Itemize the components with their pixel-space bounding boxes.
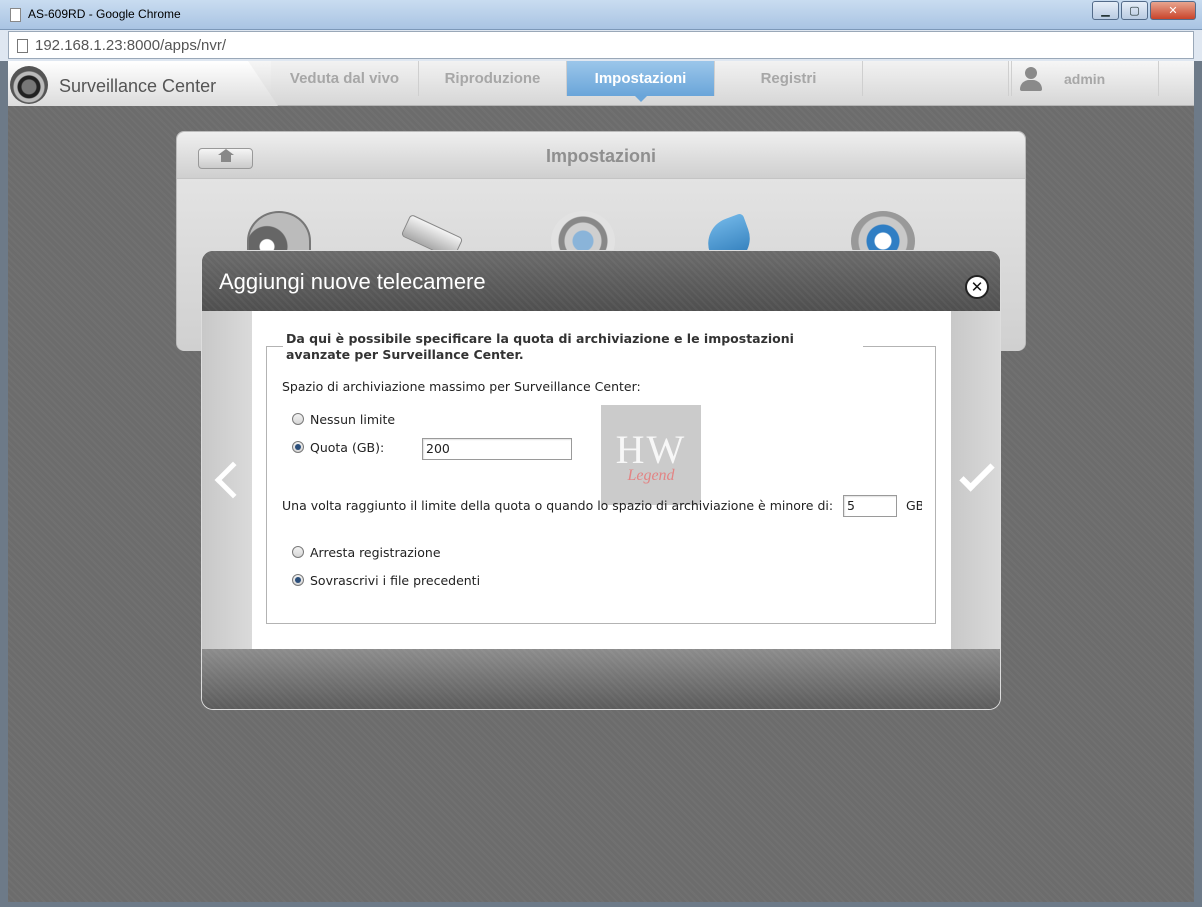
confirm-button[interactable] [951,311,1000,649]
main-nav: Veduta dal vivo Riproduzione Impostazion… [271,61,1009,102]
tab-spacer [863,61,1009,96]
threshold-unit: GB [906,498,922,513]
watermark-text: HW [615,426,687,472]
quota-input[interactable]: 200 [422,438,572,460]
no-limit-label[interactable]: Nessun limite [310,412,395,427]
overwrite-radio[interactable] [292,574,304,586]
overwrite-label[interactable]: Sovrascrivi i file precedenti [310,573,480,588]
user-name: admin [1064,70,1106,87]
storage-label: Spazio di archiviazione massimo per Surv… [282,379,641,394]
close-icon[interactable]: ✕ [965,275,989,299]
dialog-content: Da qui è possibile specificare la quota … [252,311,951,649]
window-controls: ▁ ▢ ✕ [1092,1,1196,20]
camera-logo-icon [10,66,48,104]
settings-header: Impostazioni [177,132,1025,179]
browser-toolbar: 192.168.1.23:8000/apps/nvr/ [0,30,1202,61]
quota-label[interactable]: Quota (GB): [310,440,384,455]
threshold-label: Una volta raggiunto il limite della quot… [282,498,834,513]
app-name: Surveillance Center [59,76,217,96]
address-bar[interactable]: 192.168.1.23:8000/apps/nvr/ [8,31,1194,59]
dialog-header: Aggiungi nuove telecamere ✕ [202,251,1000,311]
dialog-title: Aggiungi nuove telecamere [219,269,486,294]
user-icon [1020,66,1042,91]
page-icon [17,39,28,53]
watermark-subtext: Legend [627,466,675,484]
user-menu[interactable]: admin [1011,61,1159,96]
dialog-footer [202,649,1000,709]
close-window-button[interactable]: ✕ [1150,1,1196,20]
tab-live-view[interactable]: Veduta dal vivo [271,61,419,96]
group-description: Da qui è possibile specificare la quota … [283,331,863,363]
previous-step-button[interactable] [202,311,252,649]
url-text[interactable]: 192.168.1.23:8000/apps/nvr/ [35,37,226,54]
threshold-input[interactable]: 5 [843,495,897,517]
maximize-button[interactable]: ▢ [1121,1,1148,20]
chevron-left-icon [214,461,252,499]
quota-radio[interactable] [292,441,304,453]
page-icon [10,8,21,22]
window-title: AS-609RD - Google Chrome [28,7,181,21]
minimize-button[interactable]: ▁ [1092,1,1119,20]
tab-logs[interactable]: Registri [715,61,863,96]
checkmark-icon [958,456,995,492]
window-titlebar: AS-609RD - Google Chrome ▁ ▢ ✕ [0,0,1202,30]
logo-area: Surveillance Center [8,61,278,106]
app-header: Surveillance Center Veduta dal vivo Ripr… [8,61,1194,106]
no-limit-radio[interactable] [292,413,304,425]
watermark-logo: HW Legend [601,405,701,505]
tab-playback[interactable]: Riproduzione [419,61,567,96]
stop-recording-radio[interactable] [292,546,304,558]
settings-title: Impostazioni [545,146,656,166]
stop-recording-label[interactable]: Arresta registrazione [310,545,441,560]
tab-settings[interactable]: Impostazioni [567,61,715,102]
add-cameras-dialog: Aggiungi nuove telecamere ✕ Da qui è pos… [201,250,1001,710]
